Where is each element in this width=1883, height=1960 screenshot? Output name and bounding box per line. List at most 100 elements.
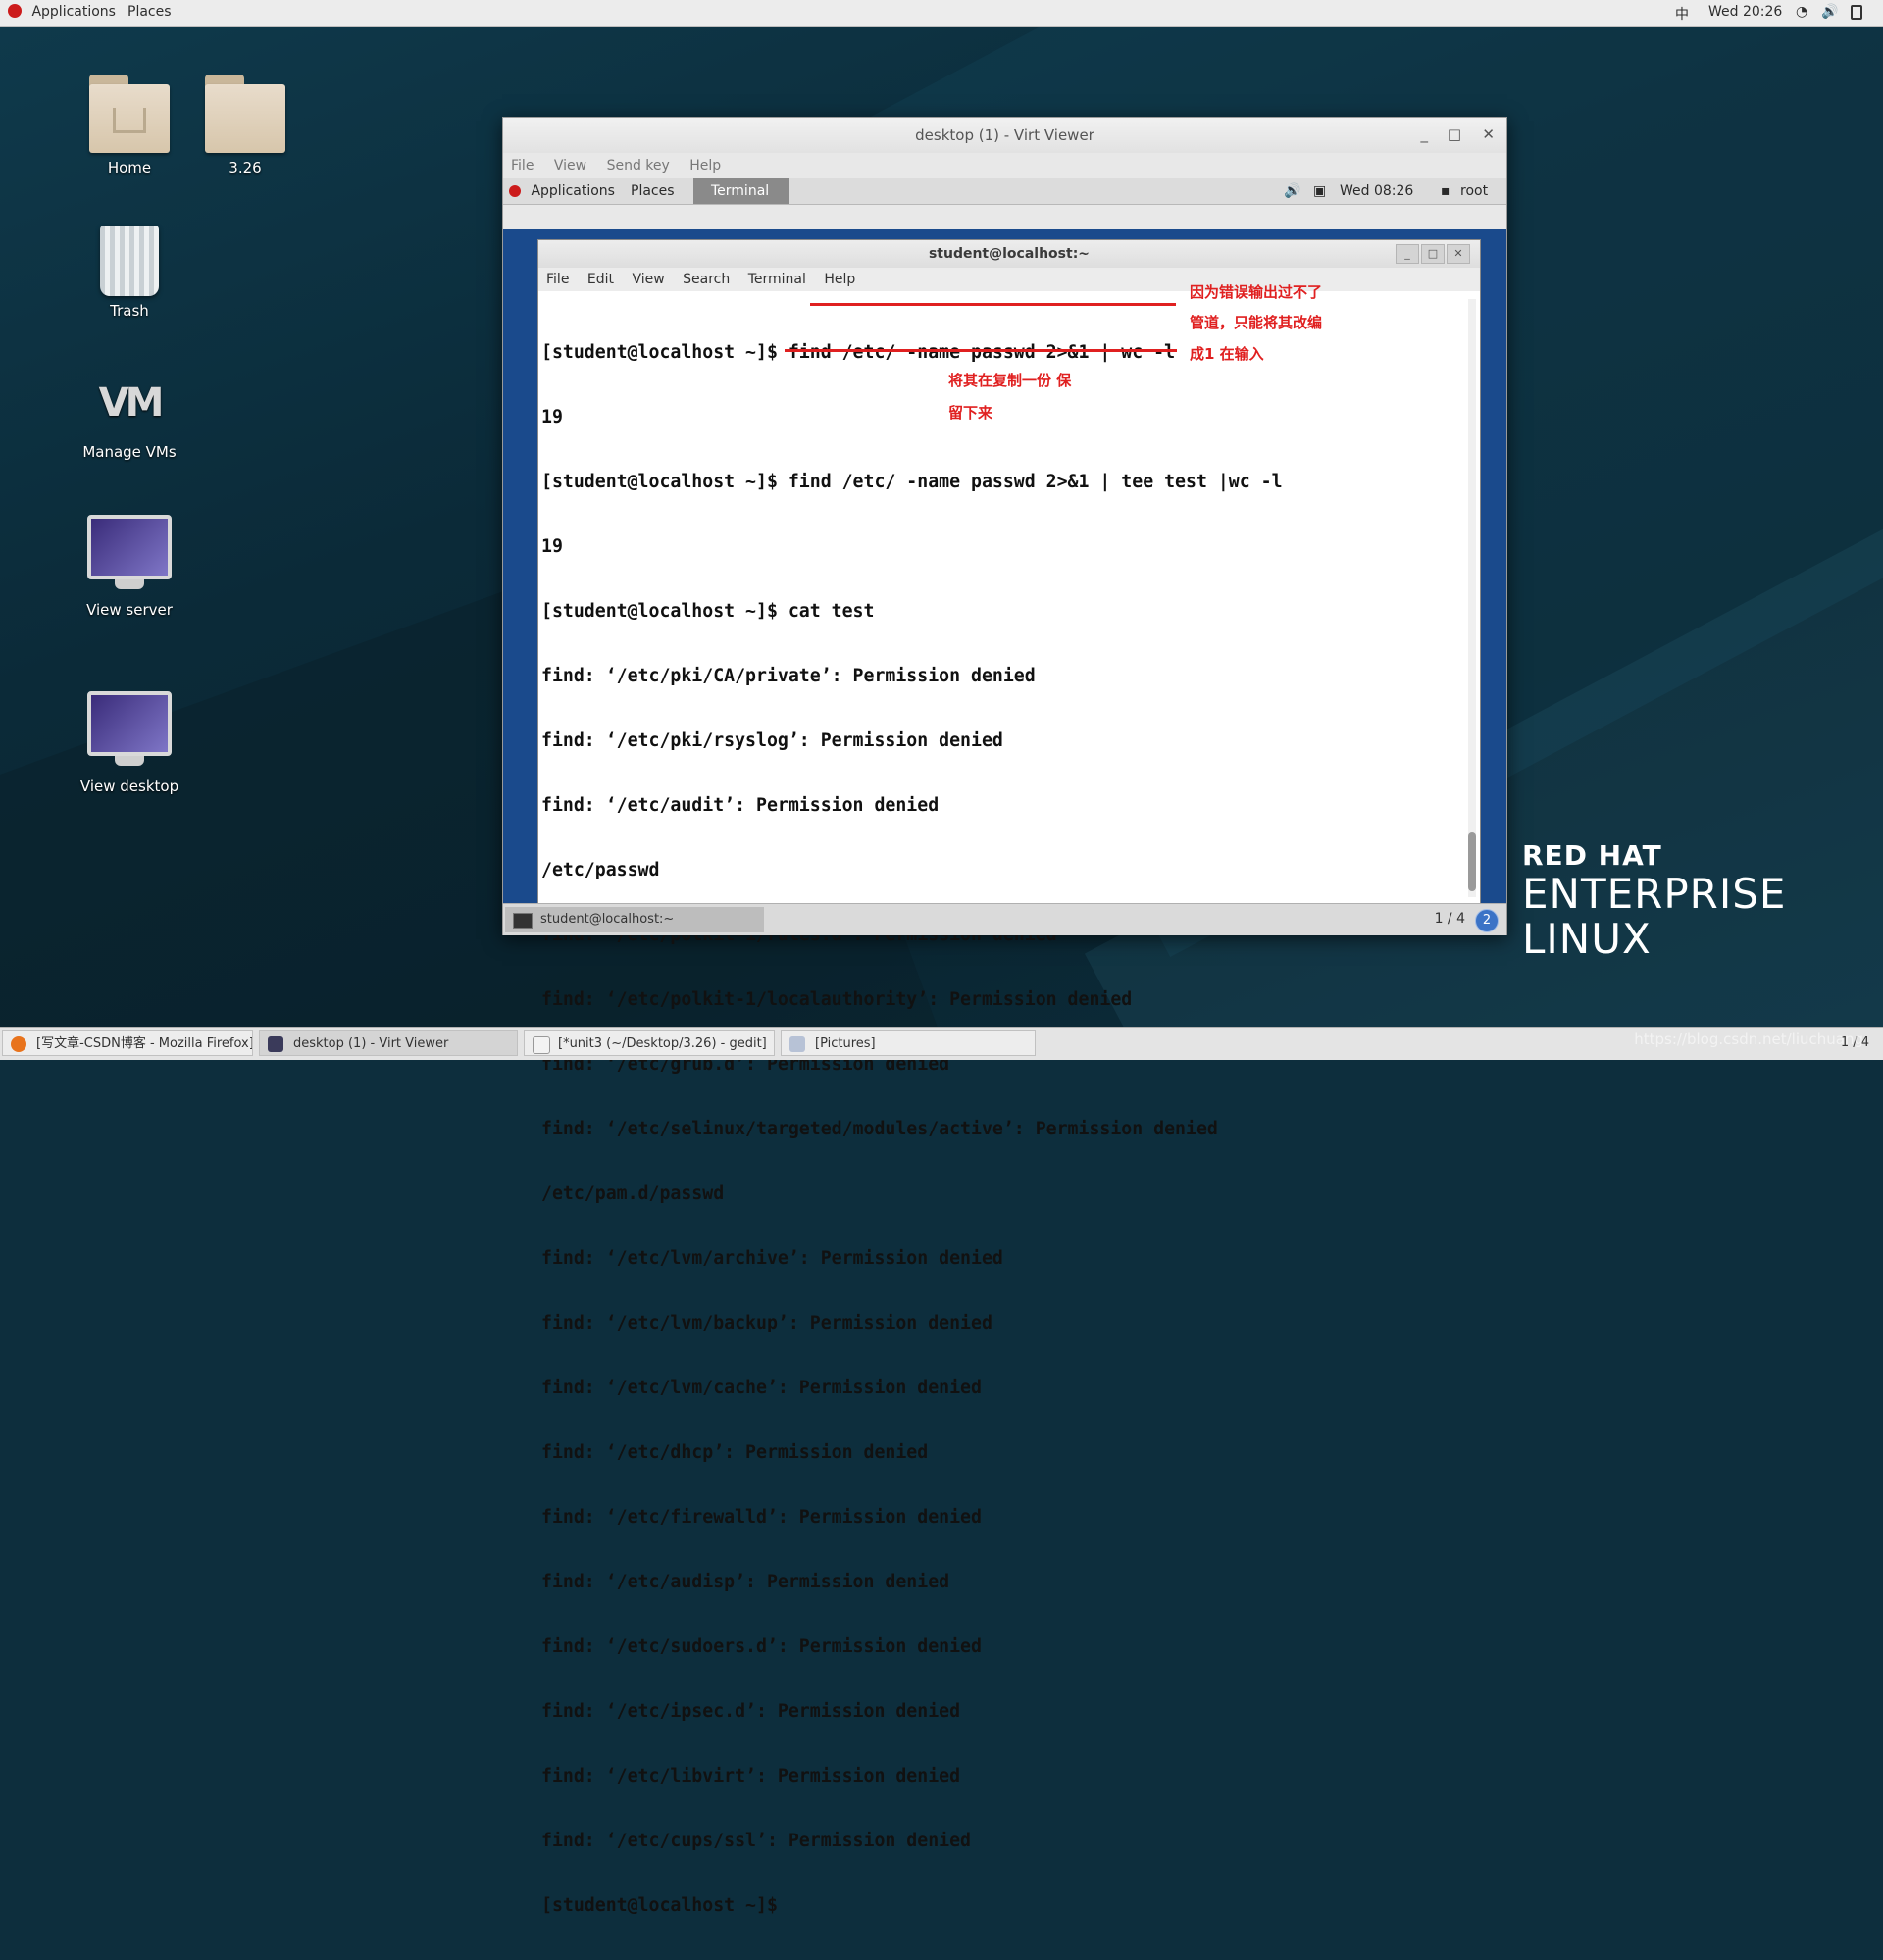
desktop-icon-view-server[interactable]: View server [66, 515, 193, 619]
terminal-line: find: ‘/etc/audisp’: Permission denied [541, 1572, 950, 1592]
terminal-line: find: ‘/etc/audit’: Permission denied [541, 795, 940, 816]
annotation-underline [785, 349, 1177, 352]
trash-icon [100, 226, 159, 296]
terminal-line: [student@localhost ~]$ find /etc/ -name … [541, 342, 1176, 363]
volume-icon[interactable]: 🔊 [1821, 4, 1838, 20]
terminal-menu-edit[interactable]: Edit [587, 272, 614, 287]
guest-applications-menu[interactable]: Applications [509, 183, 615, 199]
guest-network-icon[interactable]: ▣ [1313, 183, 1326, 199]
maximize-button[interactable]: □ [1448, 126, 1461, 143]
window-title: desktop (1) - Virt Viewer [503, 118, 1506, 153]
terminal-line: find: ‘/etc/lvm/backup’: Permission deni… [541, 1313, 992, 1333]
taskbar-item-firefox[interactable]: [写文章-CSDN博客 - Mozilla Firefox] [2, 1030, 253, 1056]
monitor-icon [87, 515, 172, 579]
terminal-window: student@localhost:~ _ □ ✕ File Edit View… [537, 239, 1481, 1916]
annotation-text: 因为错误输出过不了 [1190, 283, 1323, 301]
guest-user-menu[interactable]: root [1460, 183, 1488, 199]
watermark: https://blog.csdn.net/liuchuang [1634, 1030, 1863, 1048]
terminal-line: [student@localhost ~]$ cat test [541, 601, 875, 622]
menu-view[interactable]: View [554, 158, 586, 174]
home-folder-icon [89, 75, 170, 153]
terminal-line: find: ‘/etc/lvm/cache’: Permission denie… [541, 1378, 982, 1398]
desktop-icon-trash[interactable]: Trash [66, 226, 193, 320]
host-taskbar: [写文章-CSDN博客 - Mozilla Firefox] desktop (… [0, 1027, 1883, 1060]
guest-volume-icon[interactable]: 🔊 [1284, 183, 1300, 199]
applications-menu[interactable]: Applications [8, 4, 116, 20]
redhat-icon [8, 4, 22, 18]
terminal-maximize-button[interactable]: □ [1421, 244, 1445, 264]
desktop-icon-manage-vms[interactable]: VM Manage VMs [66, 380, 193, 461]
annotation-text: 将其在复制一份 保 [948, 372, 1072, 389]
taskbar-item-gedit[interactable]: [*unit3 (~/Desktop/3.26) - gedit] [524, 1030, 775, 1056]
minimize-button[interactable]: _ [1421, 126, 1429, 143]
terminal-line: /etc/pam.d/passwd [541, 1183, 725, 1204]
terminal-line: /etc/passwd [541, 860, 660, 880]
terminal-line: [student@localhost ~]$ find /etc/ -name … [541, 472, 1283, 492]
terminal-title: student@localhost:~ [538, 240, 1480, 268]
annotation-text: 管道，只能将其改编 [1190, 314, 1323, 331]
terminal-line: find: ‘/etc/pki/rsyslog’: Permission den… [541, 730, 1003, 751]
terminal-line: find: ‘/etc/firewalld’: Permission denie… [541, 1507, 982, 1528]
top-panel: Applications Places 中 Wed 20:26 ◔ 🔊 [0, 0, 1883, 27]
terminal-menu-terminal[interactable]: Terminal [748, 272, 806, 287]
terminal-line: find: ‘/etc/libvirt’: Permission denied [541, 1766, 961, 1786]
taskbar-item-pictures[interactable]: [Pictures] [781, 1030, 1036, 1056]
battery-icon[interactable] [1851, 5, 1862, 20]
clock[interactable]: Wed 20:26 [1708, 4, 1782, 20]
guest-top-panel: Applications Places Terminal 🔊 ▣ Wed 08:… [503, 178, 1506, 205]
places-menu[interactable]: Places [127, 4, 172, 20]
desktop-icon-folder-3-26[interactable]: 3.26 [181, 75, 309, 176]
terminal-line: find: ‘/etc/cups/ssl’: Permission denied [541, 1831, 971, 1851]
guest-workspace-pager[interactable]: 1 / 4 [1435, 911, 1465, 927]
terminal-line: find: ‘/etc/sudoers.d’: Permission denie… [541, 1636, 982, 1657]
firefox-icon [11, 1036, 26, 1052]
virt-viewer-menubar: File View Send key Help [503, 153, 1506, 178]
guest-display[interactable]: student@localhost:~ _ □ ✕ File Edit View… [503, 229, 1506, 1916]
redhat-icon [509, 185, 521, 197]
terminal-line: find: ‘/etc/ipsec.d’: Permission denied [541, 1701, 961, 1722]
guest-window-list: student@localhost:~ 1 / 4 2 [503, 903, 1506, 935]
terminal-line: 19 [541, 536, 563, 557]
folder-icon [205, 75, 285, 153]
terminal-line: find: ‘/etc/pki/CA/private’: Permission … [541, 666, 1036, 686]
vm-logo-icon: VM [98, 380, 165, 426]
desktop-icon-home[interactable]: Home [66, 75, 193, 176]
text-editor-icon [533, 1036, 550, 1054]
terminal-menu-help[interactable]: Help [824, 272, 855, 287]
folder-icon [789, 1036, 805, 1052]
guest-terminal-tab[interactable]: Terminal [693, 178, 789, 204]
terminal-output[interactable]: [student@localhost ~]$ find /etc/ -name … [541, 299, 1444, 1960]
menu-file[interactable]: File [511, 158, 534, 174]
wifi-icon[interactable]: ◔ [1796, 4, 1807, 20]
terminal-menu-file[interactable]: File [546, 272, 569, 287]
input-method-indicator[interactable]: 中 [1675, 4, 1689, 24]
close-button[interactable]: ✕ [1482, 126, 1495, 143]
terminal-line: find: ‘/etc/lvm/archive’: Permission den… [541, 1248, 1003, 1269]
menu-help[interactable]: Help [689, 158, 721, 174]
annotation-underline [810, 303, 1176, 306]
guest-places-menu[interactable]: Places [631, 183, 675, 199]
terminal-line: find: ‘/etc/polkit-1/localauthority’: Pe… [541, 989, 1133, 1010]
taskbar-item-virt-viewer[interactable]: desktop (1) - Virt Viewer [259, 1030, 518, 1056]
monitor-icon [268, 1036, 283, 1052]
guest-clock[interactable]: Wed 08:26 [1340, 183, 1413, 199]
terminal-scrollbar[interactable] [1468, 299, 1476, 897]
desktop-icon-view-desktop[interactable]: View desktop [66, 691, 193, 795]
notification-badge[interactable]: 2 [1475, 909, 1499, 932]
terminal-menu-view[interactable]: View [632, 272, 664, 287]
guest-user-icon[interactable]: ▪ [1441, 183, 1450, 199]
annotation-text: 留下来 [948, 404, 993, 422]
guest-task-terminal[interactable]: student@localhost:~ [505, 907, 764, 932]
virt-viewer-window: desktop (1) - Virt Viewer _ □ ✕ File Vie… [502, 117, 1507, 1916]
terminal-icon [513, 913, 533, 929]
terminal-line: find: ‘/etc/selinux/targeted/modules/act… [541, 1119, 1218, 1139]
rhel-logo: RED HAT ENTERPRISE LINUX [1522, 839, 1787, 963]
menu-send-key[interactable]: Send key [607, 158, 670, 174]
terminal-close-button[interactable]: ✕ [1447, 244, 1470, 264]
terminal-menu-search[interactable]: Search [683, 272, 730, 287]
monitor-icon [87, 691, 172, 756]
terminal-line: [student@localhost ~]$ [541, 1895, 778, 1916]
terminal-minimize-button[interactable]: _ [1396, 244, 1419, 264]
terminal-menubar: File Edit View Search Terminal Help [538, 268, 1480, 291]
terminal-line: find: ‘/etc/dhcp’: Permission denied [541, 1442, 929, 1463]
